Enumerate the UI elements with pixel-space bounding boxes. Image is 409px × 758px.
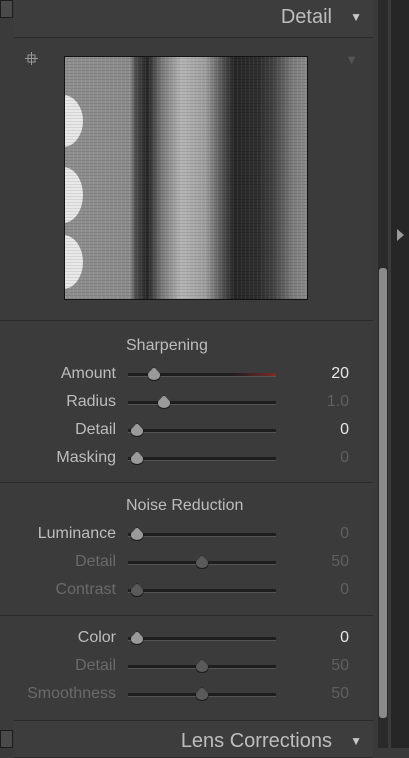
preview-toggle-triangle-icon[interactable]: ▼ xyxy=(345,52,358,67)
collapse-triangle-icon[interactable]: ▼ xyxy=(350,10,362,24)
divider xyxy=(0,482,373,483)
masking-slider-track[interactable] xyxy=(128,457,276,461)
noise-reduction-heading: Noise Reduction xyxy=(126,497,244,514)
luminance-slider-track[interactable] xyxy=(128,533,276,537)
panel-title: Lens Corrections xyxy=(180,730,332,752)
radius-slider-track[interactable] xyxy=(128,401,276,405)
slider-label: Contrast xyxy=(55,581,116,598)
masking-slider-handle[interactable] xyxy=(130,451,144,465)
slider-label: Smoothness xyxy=(27,685,116,702)
slider-label: Amount xyxy=(60,365,116,382)
detail-preview-image[interactable] xyxy=(64,56,308,300)
sharpening-amount-row: Amount 20 xyxy=(0,365,373,385)
sharpening-heading: Sharpening xyxy=(126,337,208,354)
slider-label: Detail xyxy=(75,553,116,570)
radius-value[interactable]: 1.0 xyxy=(327,393,349,411)
masking-value[interactable]: 0 xyxy=(340,449,349,467)
smoothness-value[interactable]: 50 xyxy=(331,685,349,703)
lens-corrections-header[interactable]: Lens Corrections ▼ xyxy=(14,720,373,758)
detail-preview-area: ▼ xyxy=(14,38,373,320)
panel-title: Detail xyxy=(280,6,332,28)
nr-smoothness-row: Smoothness 50 xyxy=(0,685,373,705)
nr-luminance-detail-row: Detail 50 xyxy=(0,553,373,573)
detail-slider-track[interactable] xyxy=(128,429,276,433)
detail-header[interactable]: Detail ▼ xyxy=(14,0,373,38)
color-slider-track[interactable] xyxy=(128,637,276,641)
divider xyxy=(0,320,373,321)
luminance-value[interactable]: 0 xyxy=(340,525,349,543)
amount-value[interactable]: 20 xyxy=(331,365,349,383)
luminance-detail-value[interactable]: 50 xyxy=(331,553,349,571)
scrollbar-thumb[interactable] xyxy=(379,268,387,718)
nr-contrast-row: Contrast 0 xyxy=(0,581,373,601)
contrast-value[interactable]: 0 xyxy=(340,581,349,599)
amount-slider-handle[interactable] xyxy=(147,367,161,381)
sharpening-radius-row: Radius 1.0 xyxy=(0,393,373,413)
nr-color-row: Color 0 xyxy=(0,629,373,649)
contrast-slider-track[interactable] xyxy=(128,589,276,593)
slider-label: Radius xyxy=(66,393,116,410)
nr-luminance-row: Luminance 0 xyxy=(0,525,373,545)
panel-toggle-square[interactable] xyxy=(0,0,13,18)
slider-label: Luminance xyxy=(37,525,116,542)
sharpening-detail-row: Detail 0 xyxy=(0,421,373,441)
expand-right-panel-icon[interactable] xyxy=(397,229,404,241)
slider-label: Detail xyxy=(75,657,116,674)
radius-slider-handle[interactable] xyxy=(157,395,171,409)
color-detail-value[interactable]: 50 xyxy=(331,657,349,675)
contrast-slider-handle[interactable] xyxy=(130,583,144,597)
luminance-detail-slider-handle[interactable] xyxy=(195,555,209,569)
slider-label: Detail xyxy=(75,421,116,438)
slider-label: Masking xyxy=(56,449,116,466)
detail-value[interactable]: 0 xyxy=(340,421,349,439)
detail-panel: Detail ▼ ▼ Sharpening Amount 20 Radius 1… xyxy=(0,0,373,758)
sharpening-masking-row: Masking 0 xyxy=(0,449,373,469)
collapse-triangle-icon[interactable]: ▼ xyxy=(350,734,362,748)
panel-toggle-square[interactable] xyxy=(0,730,13,748)
color-detail-slider-handle[interactable] xyxy=(195,659,209,673)
nr-color-detail-row: Detail 50 xyxy=(0,657,373,677)
color-value[interactable]: 0 xyxy=(340,629,349,647)
slider-label: Color xyxy=(77,629,116,646)
luminance-slider-handle[interactable] xyxy=(130,527,144,541)
right-panel-strip xyxy=(391,0,409,748)
detail-slider-handle[interactable] xyxy=(130,423,144,437)
crosshair-icon[interactable] xyxy=(25,52,38,65)
divider xyxy=(0,615,373,616)
color-slider-handle[interactable] xyxy=(130,631,144,645)
smoothness-slider-handle[interactable] xyxy=(195,687,209,701)
